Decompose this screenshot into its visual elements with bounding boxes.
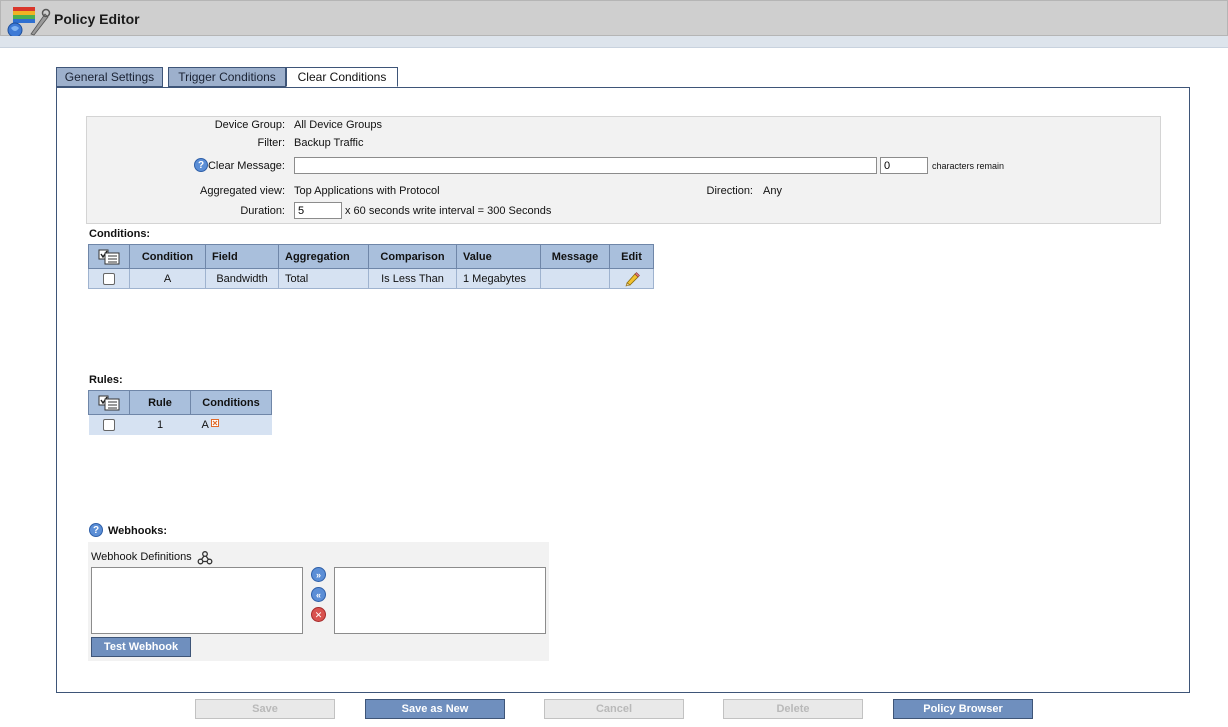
tab-trigger-conditions[interactable]: Trigger Conditions	[168, 67, 286, 87]
aggregated-view-value: Top Applications with Protocol	[294, 185, 440, 197]
duration-label: Duration:	[240, 205, 285, 217]
policy-editor-logo-icon	[7, 7, 51, 38]
select-all-icon[interactable]	[98, 395, 120, 411]
chars-remaining-field	[880, 157, 928, 174]
remove-x-icon[interactable]	[211, 418, 220, 427]
row-checkbox[interactable]	[103, 418, 115, 431]
webhooks-help-icon[interactable]: ?	[89, 523, 103, 537]
title-subbar	[0, 36, 1228, 48]
rules-header-row: Rule Conditions	[88, 390, 272, 415]
row-checkbox-cell	[88, 414, 130, 435]
delete-button[interactable]: Delete	[723, 699, 863, 719]
pencil-icon[interactable]	[624, 271, 640, 287]
device-group-label: Device Group:	[214, 119, 285, 131]
rules-title: Rules:	[89, 374, 123, 386]
clear-message-label: Clear Message:	[207, 160, 285, 172]
aggregated-view-label: Aggregated view:	[200, 185, 285, 197]
col-aggregation: Aggregation	[278, 244, 369, 269]
clear-message-help-icon[interactable]: ?	[194, 158, 208, 172]
col-field: Field	[205, 244, 279, 269]
rules-table: Rule Conditions 1 A	[88, 390, 272, 435]
tab-clear-conditions[interactable]: Clear Conditions	[286, 67, 398, 87]
direction-label: Direction:	[706, 185, 753, 197]
cell-comparison: Is Less Than	[368, 268, 457, 289]
webhook-definitions-list[interactable]	[91, 567, 303, 634]
rules-select-all-header[interactable]	[88, 390, 130, 415]
duration-suffix: x 60 seconds write interval = 300 Second…	[345, 205, 552, 217]
conditions-table: Condition Field Aggregation Comparison V…	[88, 244, 654, 289]
policy-browser-button[interactable]: Policy Browser	[893, 699, 1033, 719]
title-bar: Policy Editor	[0, 0, 1228, 38]
col-message: Message	[540, 244, 610, 269]
row-checkbox-cell	[88, 268, 130, 289]
webhooks-box: Webhook Definitions » « ✕ Test Webhook	[88, 542, 549, 661]
select-all-icon[interactable]	[98, 249, 120, 265]
cancel-button[interactable]: Cancel	[544, 699, 684, 719]
window-title: Policy Editor	[54, 11, 140, 27]
col-edit: Edit	[609, 244, 654, 269]
cell-edit	[609, 268, 654, 289]
col-rule: Rule	[129, 390, 191, 415]
tab-general-settings[interactable]: General Settings	[56, 67, 163, 87]
red-x-icon[interactable]: ✕	[311, 607, 326, 622]
col-comparison: Comparison	[368, 244, 457, 269]
col-conditions: Conditions	[190, 390, 272, 415]
device-group-value: All Device Groups	[294, 119, 383, 131]
chars-remaining-text: characters remain	[932, 161, 1005, 171]
col-value: Value	[456, 244, 541, 269]
direction-value: Any	[763, 185, 782, 197]
policy-settings-box: Device Group: All Device Groups Filter: …	[86, 116, 1161, 224]
table-row: A Bandwidth Total Is Less Than 1 Megabyt…	[88, 268, 654, 289]
conditions-title: Conditions:	[89, 228, 151, 240]
cell-rule: 1	[129, 414, 191, 435]
filter-value: Backup Traffic	[294, 137, 364, 149]
table-row: 1 A	[88, 414, 272, 435]
row-checkbox[interactable]	[103, 272, 115, 285]
webhooks-title: Webhooks:	[108, 525, 168, 537]
conditions-header-row: Condition Field Aggregation Comparison V…	[88, 244, 654, 269]
cell-aggregation: Total	[278, 268, 369, 289]
duration-input[interactable]	[294, 202, 342, 219]
filter-label: Filter:	[257, 137, 286, 149]
double-arrow-right-icon[interactable]: »	[311, 567, 326, 582]
clear-message-input[interactable]	[294, 157, 877, 174]
webhook-icon	[197, 551, 213, 565]
col-condition: Condition	[129, 244, 206, 269]
selected-webhooks-list[interactable]	[334, 567, 546, 634]
cell-value: 1 Megabytes	[456, 268, 541, 289]
cell-conditions: A	[190, 414, 272, 435]
cell-condition: A	[129, 268, 206, 289]
test-webhook-button[interactable]: Test Webhook	[91, 637, 191, 657]
rule-condition-label: A	[201, 418, 209, 431]
save-as-new-button[interactable]: Save as New	[365, 699, 505, 719]
save-button[interactable]: Save	[195, 699, 335, 719]
cell-field: Bandwidth	[205, 268, 279, 289]
double-arrow-left-icon[interactable]: «	[311, 587, 326, 602]
cell-message	[540, 268, 610, 289]
conditions-select-all-header[interactable]	[88, 244, 130, 269]
webhook-definitions-label: Webhook Definitions	[91, 551, 192, 563]
